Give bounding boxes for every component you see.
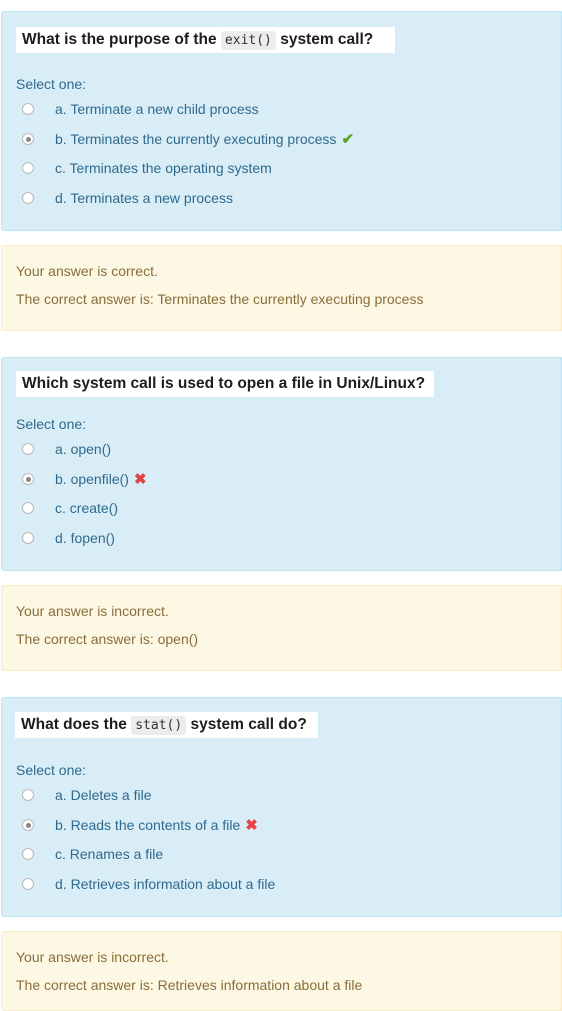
question-1-option-d[interactable]: d. Terminates a new process	[22, 187, 233, 209]
question-3-option-c[interactable]: c. Renames a file	[22, 843, 163, 865]
radio-button[interactable]	[22, 789, 34, 801]
question-1-title-text-end: system call?	[275, 31, 374, 48]
option-label[interactable]: c. Renames a file	[55, 846, 163, 862]
question-1-option-b[interactable]: b. Terminates the currently executing pr…	[22, 128, 354, 150]
question-2-option-a[interactable]: a. open()	[22, 438, 111, 460]
question-3-code: stat()	[131, 716, 187, 735]
question-3-title-text-end: system call do?	[186, 716, 307, 733]
option-label[interactable]: c. create()	[55, 500, 118, 516]
option-label[interactable]: b. openfile()	[55, 471, 129, 487]
radio-button[interactable]	[22, 443, 34, 455]
option-label[interactable]: a. Terminate a new child process	[55, 101, 259, 117]
radio-button[interactable]	[22, 162, 34, 174]
option-label[interactable]: d. fopen()	[55, 530, 115, 546]
radio-button[interactable]	[22, 532, 34, 544]
question-1-feedback: Your answer is correct. The correct answ…	[1, 245, 562, 331]
question-2-box: Which system call is used to open a file…	[1, 357, 562, 571]
radio-button-selected[interactable]	[22, 473, 34, 485]
feedback-status: Your answer is incorrect.	[16, 949, 169, 965]
question-3-feedback: Your answer is incorrect. The correct an…	[1, 931, 562, 1011]
question-3-title-text: What does the	[21, 716, 132, 733]
option-label[interactable]: a. open()	[55, 441, 111, 457]
question-3-select-label: Select one:	[16, 762, 87, 778]
question-2-title: Which system call is used to open a file…	[16, 371, 434, 397]
option-label[interactable]: c. Terminates the operating system	[55, 160, 272, 176]
radio-button[interactable]	[22, 878, 34, 890]
checkmark-icon: ✔	[341, 131, 355, 148]
feedback-status: Your answer is incorrect.	[16, 603, 169, 619]
question-1-option-a[interactable]: a. Terminate a new child process	[22, 98, 259, 120]
radio-button-selected[interactable]	[22, 819, 34, 831]
radio-button[interactable]	[22, 192, 34, 204]
option-label[interactable]: d. Retrieves information about a file	[55, 876, 275, 892]
question-1-option-c[interactable]: c. Terminates the operating system	[22, 157, 272, 179]
feedback-correct-answer: The correct answer is: Retrieves informa…	[16, 977, 363, 993]
option-label[interactable]: b. Terminates the currently executing pr…	[55, 131, 336, 147]
feedback-status: Your answer is correct.	[16, 263, 158, 279]
question-1-select-label: Select one:	[16, 76, 87, 92]
question-3-title: What does the stat() system call do?	[15, 712, 318, 738]
feedback-correct-answer: The correct answer is: open()	[16, 631, 199, 647]
option-label[interactable]: a. Deletes a file	[55, 787, 152, 803]
question-3-option-d[interactable]: d. Retrieves information about a file	[22, 873, 275, 895]
question-1-title-text: What is the purpose of the	[22, 31, 221, 48]
question-1-code: exit()	[220, 31, 276, 50]
question-2-feedback: Your answer is incorrect. The correct an…	[1, 585, 562, 671]
question-2-select-label: Select one:	[16, 416, 87, 432]
question-3-option-a[interactable]: a. Deletes a file	[22, 784, 152, 806]
cross-icon: ✖	[245, 817, 258, 834]
feedback-correct-answer: The correct answer is: Terminates the cu…	[16, 291, 424, 307]
question-1-box: What is the purpose of the exit() system…	[1, 11, 562, 231]
question-2-option-c[interactable]: c. create()	[22, 497, 118, 519]
question-3-option-b[interactable]: b. Reads the contents of a file ✖	[22, 814, 258, 836]
question-1-title: What is the purpose of the exit() system…	[16, 27, 395, 53]
radio-button[interactable]	[22, 502, 34, 514]
radio-button-selected[interactable]	[22, 133, 34, 145]
radio-button[interactable]	[22, 103, 34, 115]
question-3-box: What does the stat() system call do? Sel…	[1, 697, 562, 917]
question-2-option-b[interactable]: b. openfile() ✖	[22, 468, 147, 490]
question-2-title-text: Which system call is used to open a file…	[22, 375, 426, 392]
option-label[interactable]: d. Terminates a new process	[55, 190, 233, 206]
cross-icon: ✖	[133, 471, 147, 488]
radio-button[interactable]	[22, 848, 34, 860]
question-2-option-d[interactable]: d. fopen()	[22, 527, 115, 549]
option-label[interactable]: b. Reads the contents of a file	[55, 817, 240, 833]
